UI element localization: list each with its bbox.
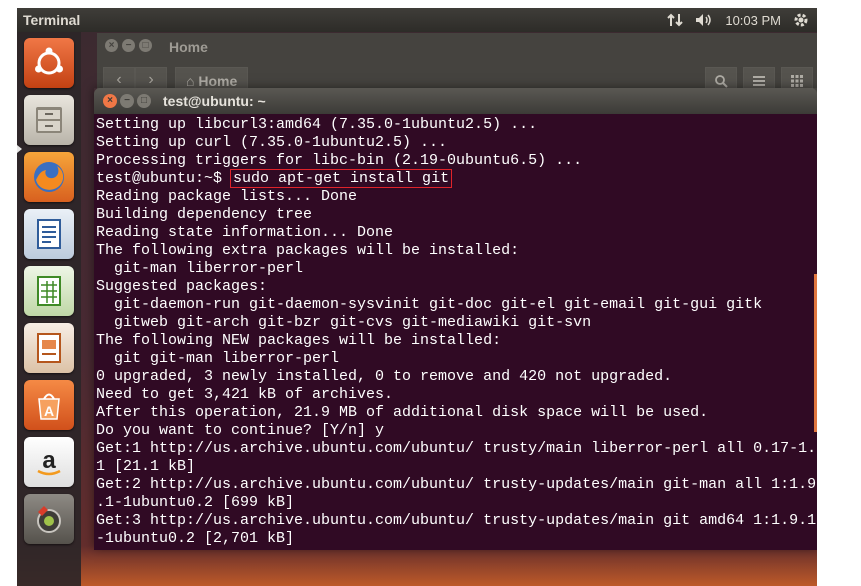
close-button[interactable]: ×	[103, 94, 117, 108]
terminal-line: Need to get 3,421 kB of archives.	[96, 386, 394, 403]
terminal-line: .1-1ubuntu0.2 [699 kB]	[96, 494, 295, 511]
terminal-line: 1 [21.1 kB]	[96, 458, 196, 475]
terminal-line: Setting up curl (7.35.0-1ubuntu2.5) ...	[96, 134, 448, 151]
launcher: A a	[17, 32, 81, 586]
terminal-line: Reading package lists... Done	[96, 188, 358, 205]
terminal-line: Building dependency tree	[96, 206, 313, 223]
terminal-line: git git-man liberror-perl	[96, 350, 340, 367]
terminal-line: Get:2 http://us.archive.ubuntu.com/ubunt…	[96, 476, 817, 493]
terminal-line: The following NEW packages will be insta…	[96, 332, 502, 349]
terminal-line: git-daemon-run git-daemon-sysvinit git-d…	[96, 296, 763, 313]
software-center-icon[interactable]: A	[24, 380, 74, 430]
terminal-output[interactable]: Setting up libcurl3:amd64 (7.35.0-1ubunt…	[94, 114, 817, 550]
home-breadcrumb-label: Home	[198, 73, 238, 89]
top-panel: Terminal 10:03 PM	[17, 8, 817, 32]
maximize-button[interactable]: □	[137, 94, 151, 108]
terminal-line: gitweb git-arch git-bzr git-cvs git-medi…	[96, 314, 592, 331]
terminal-line: Processing triggers for libc-bin (2.19-0…	[96, 152, 583, 169]
terminal-line: git-man liberror-perl	[96, 260, 304, 277]
terminal-line: 0 upgraded, 3 newly installed, 0 to remo…	[96, 368, 673, 385]
terminal-window: × − □ test@ubuntu: ~ Setting up libcurl3…	[94, 88, 817, 550]
volume-icon[interactable]	[695, 12, 713, 28]
terminal-line: Setting up libcurl3:amd64 (7.35.0-1ubunt…	[96, 116, 538, 133]
terminal-line: Get:3 http://us.archive.ubuntu.com/ubunt…	[96, 512, 817, 529]
clock[interactable]: 10:03 PM	[725, 13, 781, 28]
firefox-icon[interactable]	[24, 152, 74, 202]
command-line: test@ubuntu:~$ sudo apt-get install git	[96, 169, 817, 188]
calc-icon[interactable]	[24, 266, 74, 316]
terminal-line: -1ubuntu0.2 [2,701 kB]	[96, 530, 295, 547]
files-icon[interactable]	[24, 95, 74, 145]
highlighted-command: sudo apt-get install git	[230, 169, 453, 188]
terminal-line: Get:1 http://us.archive.ubuntu.com/ubunt…	[96, 440, 817, 457]
network-arrows-icon[interactable]	[667, 12, 684, 28]
files-minimize-button[interactable]: −	[122, 39, 135, 52]
panel-app-title: Terminal	[23, 12, 81, 28]
files-maximize-button[interactable]: □	[139, 39, 152, 52]
terminal-titlebar[interactable]: × − □ test@ubuntu: ~	[94, 88, 817, 114]
gear-icon[interactable]	[793, 12, 809, 28]
terminal-line: The following extra packages will be ins…	[96, 242, 520, 259]
terminal-line: After this operation, 21.9 MB of additio…	[96, 404, 709, 421]
active-arrow	[17, 145, 22, 153]
terminal-line: Suggested packages:	[96, 278, 268, 295]
terminal-title: test@ubuntu: ~	[163, 93, 266, 109]
terminal-window-controls: × − □	[103, 94, 151, 108]
files-window-title: Home	[169, 39, 208, 55]
system-settings-icon[interactable]	[24, 494, 74, 544]
home-icon: ⌂	[186, 73, 195, 89]
shell-prompt: test@ubuntu:~$	[96, 170, 232, 187]
svg-text:a: a	[42, 447, 56, 474]
impress-icon[interactable]	[24, 323, 74, 373]
panel-indicators: 10:03 PM	[667, 12, 809, 28]
terminal-line: Reading state information... Done	[96, 224, 394, 241]
files-window-controls: × − □	[105, 39, 152, 52]
scrollbar[interactable]	[814, 274, 817, 432]
terminal-line: Do you want to continue? [Y/n] y	[96, 422, 385, 439]
files-close-button[interactable]: ×	[105, 39, 118, 52]
ubuntu-dash-icon[interactable]	[24, 38, 74, 88]
desktop: Terminal 10:03 PM A a × − □ Home ‹ › ⌂ H…	[17, 8, 817, 586]
svg-text:A: A	[44, 403, 54, 419]
amazon-icon[interactable]: a	[24, 437, 74, 487]
writer-icon[interactable]	[24, 209, 74, 259]
minimize-button[interactable]: −	[120, 94, 134, 108]
